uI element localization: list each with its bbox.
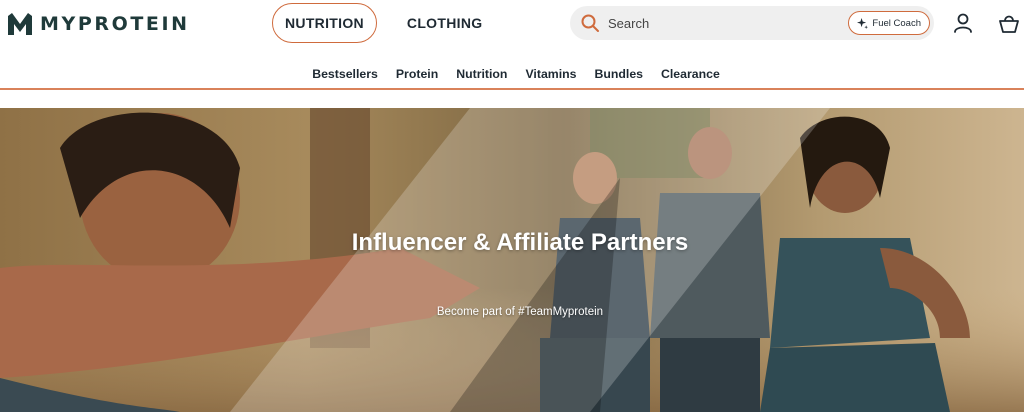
- category-subnav: Bestsellers Protein Nutrition Vitamins B…: [0, 60, 1024, 88]
- subnav-bestsellers[interactable]: Bestsellers: [312, 60, 378, 88]
- subnav-nutrition[interactable]: Nutrition: [456, 60, 507, 88]
- search-icon: [581, 14, 599, 32]
- header-divider: [0, 88, 1024, 90]
- hero-banner: Influencer & Affiliate Partners Become p…: [0, 108, 1024, 412]
- subnav-bundles[interactable]: Bundles: [594, 60, 643, 88]
- hero-image: [0, 108, 1024, 412]
- nav-clothing[interactable]: CLOTHING: [389, 4, 501, 42]
- subnav-protein[interactable]: Protein: [396, 60, 438, 88]
- myprotein-m-logo-icon: [8, 13, 32, 35]
- fuel-coach-label: Fuel Coach: [872, 17, 921, 29]
- search-input[interactable]: Search: [608, 16, 848, 31]
- brand-name: MYPROTEIN: [40, 13, 190, 35]
- site-header: MYPROTEIN NUTRITION CLOTHING Search Fuel…: [0, 0, 1024, 50]
- hero-title: Influencer & Affiliate Partners: [351, 229, 689, 256]
- sparkle-icon: [857, 17, 869, 29]
- account-icon[interactable]: [952, 12, 974, 34]
- nav-nutrition[interactable]: NUTRITION: [272, 3, 377, 43]
- subnav-vitamins[interactable]: Vitamins: [525, 60, 576, 88]
- fuel-coach-button[interactable]: Fuel Coach: [848, 11, 930, 35]
- logo[interactable]: MYPROTEIN: [8, 13, 190, 35]
- search-bar[interactable]: Search Fuel Coach: [570, 6, 934, 40]
- basket-icon[interactable]: [998, 12, 1020, 34]
- hero-subtitle: Become part of #TeamMyprotein: [436, 306, 604, 318]
- subnav-clearance[interactable]: Clearance: [661, 60, 720, 88]
- main-nav: NUTRITION CLOTHING: [272, 3, 500, 43]
